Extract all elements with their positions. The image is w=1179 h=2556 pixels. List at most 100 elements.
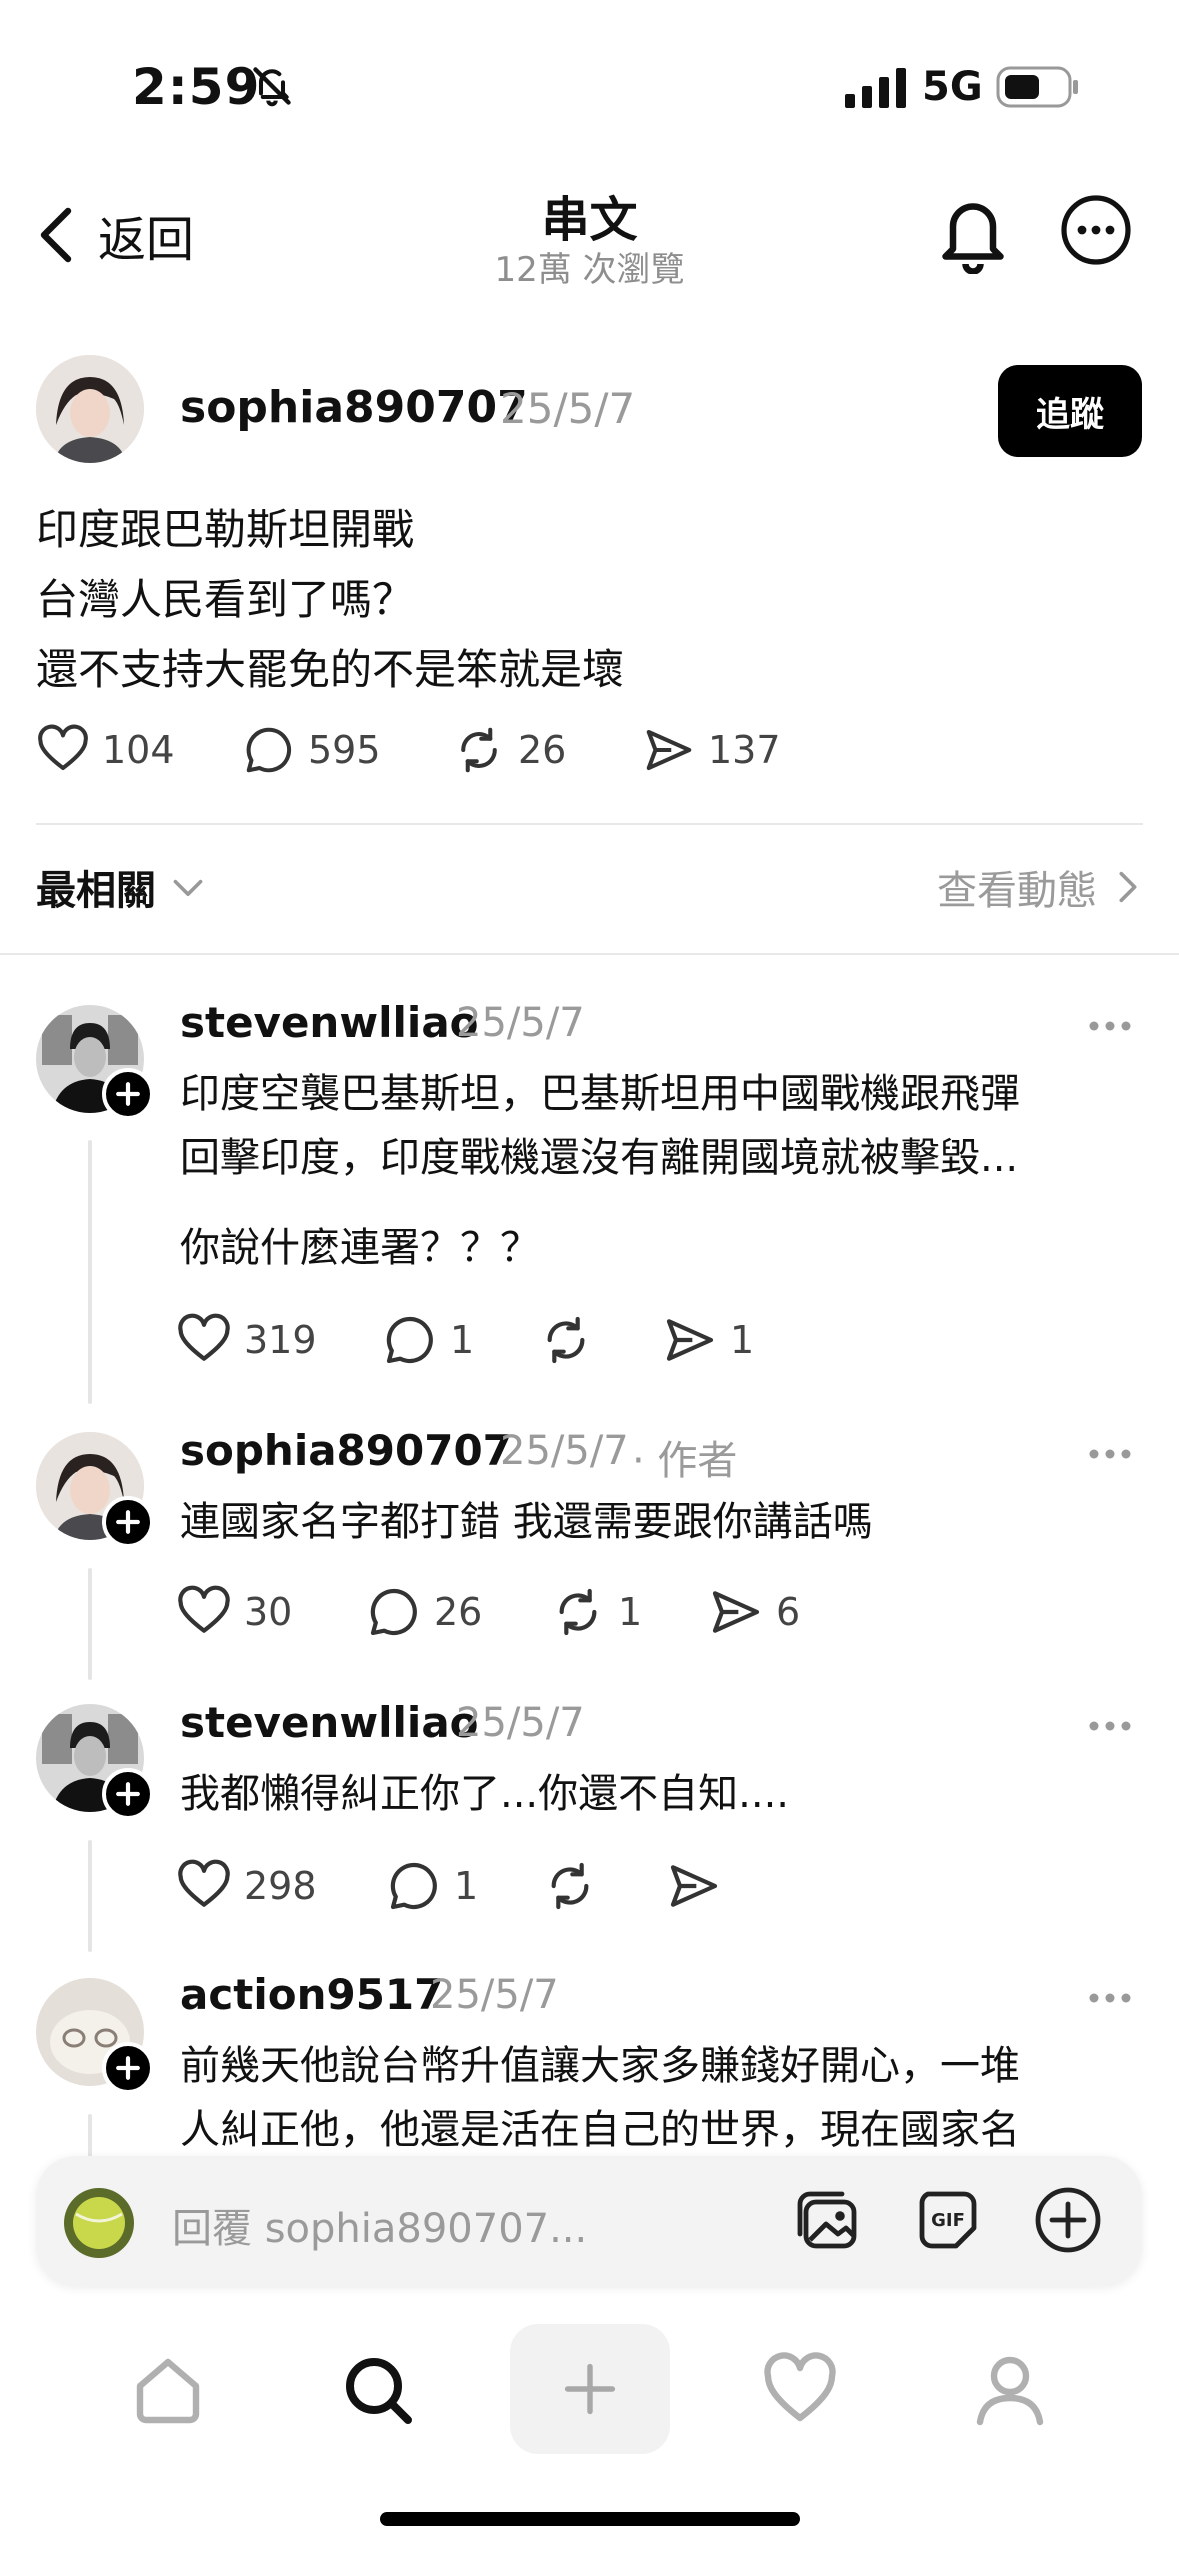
chevron-down-icon: [173, 879, 203, 896]
reply-input[interactable]: 回覆 sophia890707...: [172, 2196, 587, 2254]
reply-username[interactable]: action9517: [180, 1970, 443, 2019]
home-icon[interactable]: [128, 2350, 208, 2430]
more-options-icon[interactable]: [1085, 1016, 1135, 1036]
bell-icon[interactable]: [938, 194, 1008, 274]
more-options-icon[interactable]: [1085, 1444, 1135, 1464]
follow-plus-icon[interactable]: [102, 1068, 154, 1120]
send-icon: [712, 1591, 760, 1633]
reply-line: 人糾正他，他還是活在自己的世界，現在國家名: [180, 2107, 1020, 2153]
avatar[interactable]: [36, 355, 144, 463]
profile-icon[interactable]: [970, 2350, 1050, 2430]
repost-icon: [559, 1588, 597, 1636]
follow-plus-icon[interactable]: [102, 2042, 154, 2094]
heart-icon[interactable]: [760, 2350, 840, 2430]
author-tag: · 作者: [632, 1438, 738, 1484]
post-line: 台灣人民看到了嗎？: [36, 575, 415, 624]
chevron-right-icon: [1119, 871, 1137, 903]
send-icon: [666, 1319, 714, 1361]
reply-date: 25/5/7: [456, 1000, 585, 1046]
reply-actions: 319 1 1: [176, 1310, 754, 1370]
heart-icon: [178, 1585, 230, 1633]
like-button[interactable]: 30: [176, 1584, 366, 1640]
comment-count: 1: [450, 1318, 475, 1362]
reply-username[interactable]: stevenwlliao: [180, 1698, 479, 1747]
speech-bubble-icon: [386, 1316, 433, 1364]
reply-username[interactable]: stevenwlliao: [180, 998, 479, 1047]
home-indicator: [380, 2512, 800, 2526]
repost-button[interactable]: 26: [452, 723, 642, 777]
reply-actions: 30 26 1 6: [176, 1582, 800, 1642]
post-actions: 104 595 26 137: [36, 720, 781, 780]
gif-icon[interactable]: GIF: [912, 2184, 984, 2256]
share-button[interactable]: [666, 1858, 734, 1914]
network-label: 5G: [922, 64, 983, 110]
tab-bar: [0, 2320, 1179, 2480]
divider: [36, 823, 1143, 825]
comment-count: 1: [454, 1864, 479, 1908]
image-icon[interactable]: [792, 2184, 864, 2256]
repost-button[interactable]: [542, 1858, 666, 1914]
reply-line: 印度空襲巴基斯坦，巴基斯坦用中國戰機跟飛彈: [180, 1071, 1020, 1117]
status-bar: 2:59 5G: [0, 0, 1179, 170]
post-body: 印度跟巴勒斯坦開戰 台灣人民看到了嗎？ 還不支持大罷免的不是笨就是壞: [36, 495, 624, 705]
comment-button[interactable]: 26: [366, 1584, 550, 1640]
follow-plus-icon[interactable]: [102, 1768, 154, 1820]
more-options-icon[interactable]: [1060, 194, 1132, 266]
like-count: 319: [244, 1318, 317, 1362]
share-button[interactable]: 1: [662, 1312, 754, 1368]
follow-plus-icon[interactable]: [102, 1496, 154, 1548]
speech-bubble-icon: [246, 727, 292, 773]
share-count: 1: [730, 1318, 755, 1362]
status-time: 2:59: [132, 58, 261, 116]
repost-icon: [547, 1316, 585, 1364]
more-options-icon[interactable]: [1085, 1988, 1135, 2008]
heart-icon: [178, 1859, 230, 1907]
reply-date: 25/5/7: [430, 1972, 559, 2018]
more-options-icon[interactable]: [1085, 1716, 1135, 1736]
follow-button[interactable]: 追蹤: [998, 365, 1142, 457]
send-icon: [670, 1865, 718, 1907]
add-circle-icon[interactable]: [1032, 2184, 1104, 2256]
avatar: [64, 2188, 134, 2258]
comment-button[interactable]: 1: [386, 1858, 542, 1914]
comment-button[interactable]: 595: [242, 723, 452, 777]
like-button[interactable]: 104: [36, 723, 242, 777]
comment-count: 595: [308, 728, 381, 772]
sort-dropdown[interactable]: 最相關: [36, 858, 206, 916]
thread-line: [88, 1840, 92, 1952]
thread-header: 返回 串文 12萬 次瀏覽: [0, 170, 1179, 320]
search-icon[interactable]: [338, 2350, 418, 2430]
post-line: 還不支持大罷免的不是笨就是壞: [36, 645, 625, 694]
speech-bubble-icon: [370, 1588, 417, 1636]
share-button[interactable]: 6: [708, 1584, 800, 1640]
share-count: 6: [776, 1590, 801, 1634]
repost-count: 1: [618, 1590, 643, 1634]
thread-line: [88, 1568, 92, 1680]
share-button[interactable]: 137: [642, 723, 781, 777]
repost-button[interactable]: 1: [550, 1584, 708, 1640]
post-date: 25/5/7: [500, 384, 636, 433]
signal-icon: [845, 68, 906, 108]
create-post-button[interactable]: [510, 2324, 670, 2454]
like-count: 298: [244, 1864, 317, 1908]
like-button[interactable]: 319: [176, 1312, 382, 1368]
reply-line: 回擊印度，印度戰機還沒有離開國境就被擊毀...: [180, 1135, 1019, 1181]
like-count: 30: [244, 1590, 293, 1634]
repost-button[interactable]: [538, 1312, 662, 1368]
reply-line: 前幾天他說台幣升值讓大家多賺錢好開心，一堆: [180, 2043, 1020, 2089]
post-username[interactable]: sophia890707: [180, 382, 528, 433]
thread-line: [88, 1140, 92, 1404]
reply-line: 我都懶得糾正你了...你還不自知....: [180, 1771, 790, 1817]
repost-icon: [461, 727, 497, 773]
repost-count: 26: [518, 728, 567, 772]
like-count: 104: [102, 728, 175, 772]
divider: [0, 953, 1179, 955]
reply-line: 連國家名字都打錯 我還需要跟你講話嗎: [180, 1499, 873, 1545]
svg-text:GIF: GIF: [931, 2210, 965, 2231]
comment-button[interactable]: 1: [382, 1312, 538, 1368]
reply-username[interactable]: sophia890707: [180, 1426, 512, 1475]
like-button[interactable]: 298: [176, 1858, 386, 1914]
reply-composer[interactable]: 回覆 sophia890707... GIF: [36, 2156, 1142, 2286]
view-activity-link[interactable]: 查看動態: [937, 858, 1143, 916]
post-line: 印度跟巴勒斯坦開戰: [36, 505, 415, 554]
